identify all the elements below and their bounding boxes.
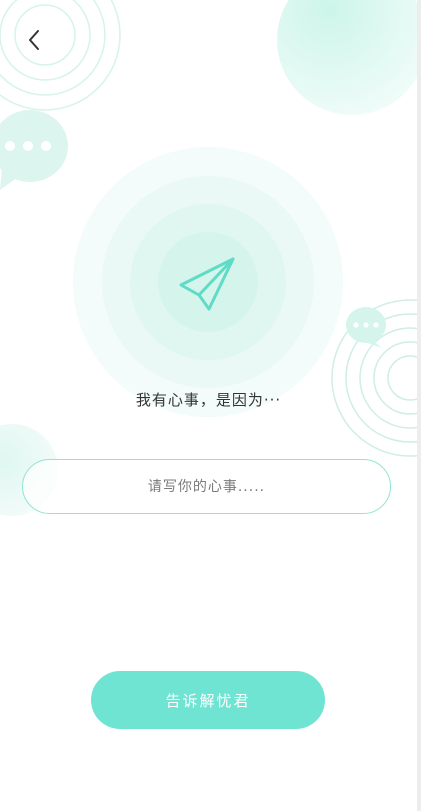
screen: 我有心事，是因为··· 告诉解忧君 [0, 0, 421, 811]
chat-bubble-decoration-right [346, 307, 386, 348]
back-button[interactable] [18, 24, 50, 56]
hero-illustration [73, 147, 343, 417]
worry-input-field[interactable] [22, 459, 391, 514]
worry-input[interactable] [23, 477, 390, 496]
chat-bubble-decoration-left [0, 110, 68, 190]
prompt-text: 我有心事，是因为··· [135, 391, 282, 409]
chevron-left-icon [29, 30, 39, 50]
scroll-edge [417, 0, 421, 811]
tell-button[interactable]: 告诉解忧君 [91, 671, 325, 729]
